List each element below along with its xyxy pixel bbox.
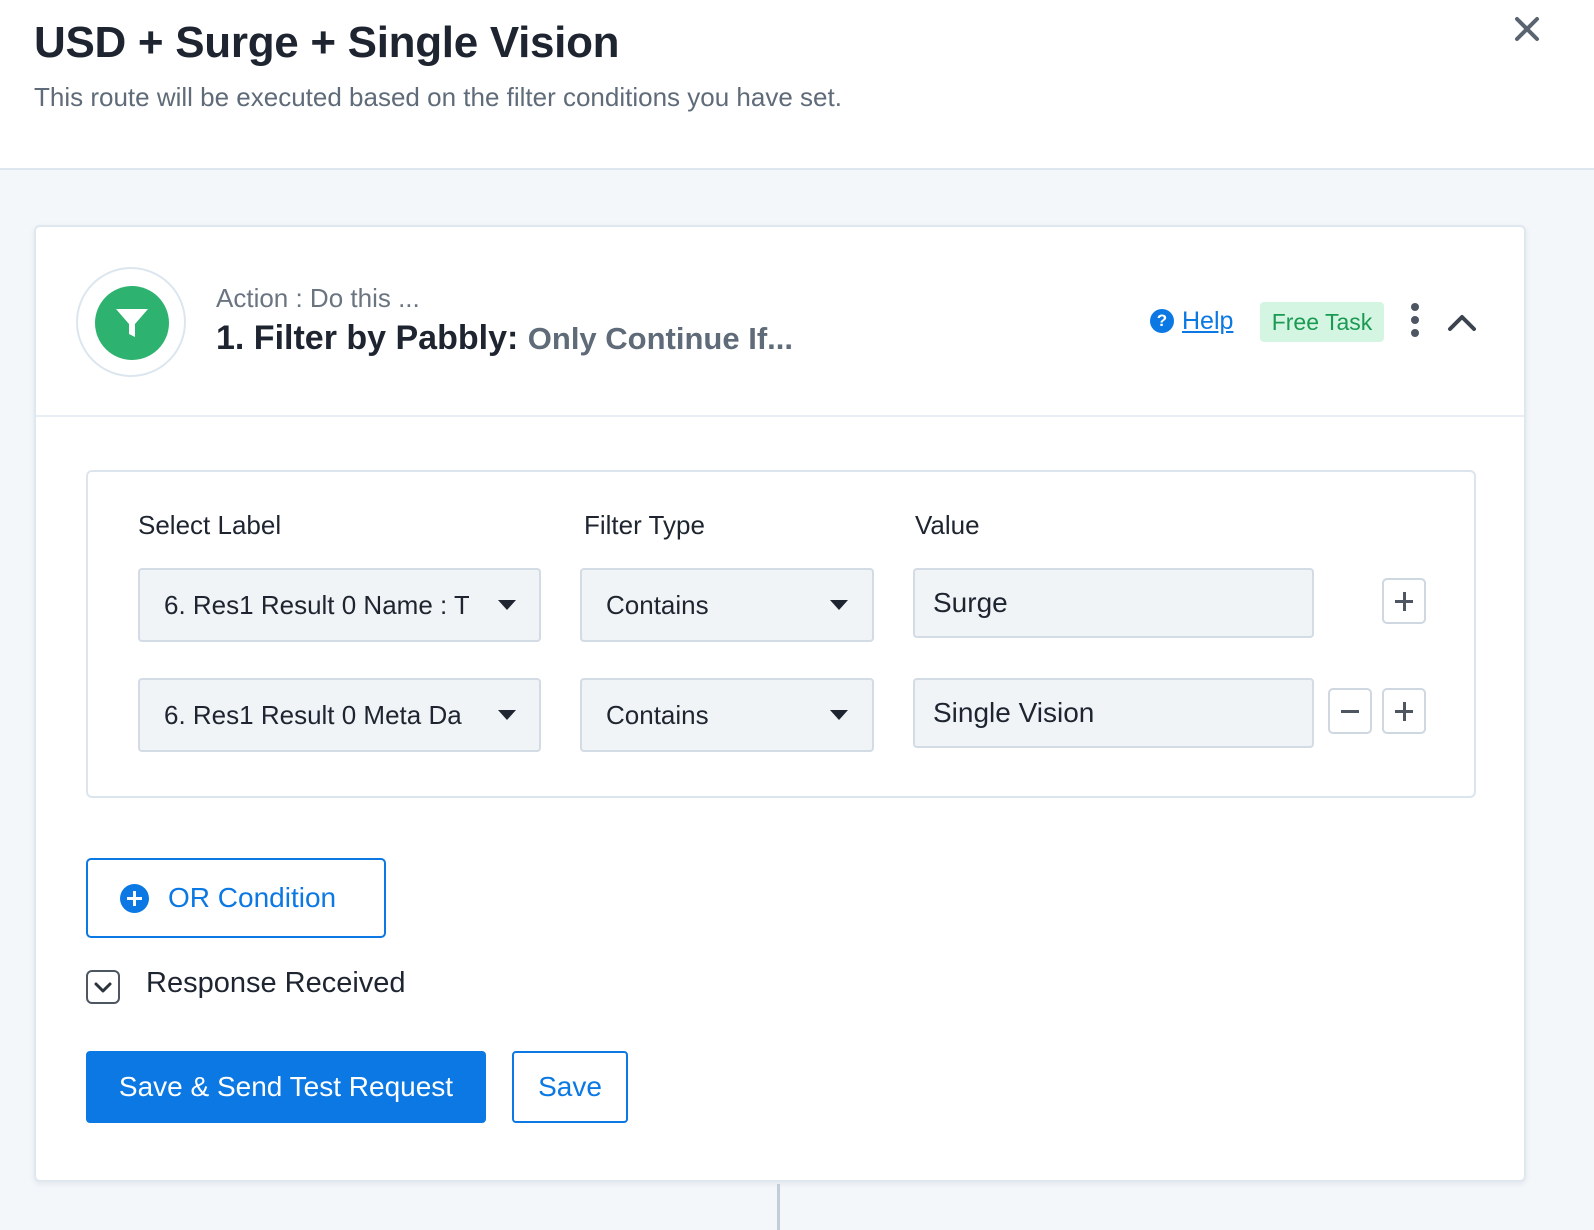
chevron-down-icon (830, 710, 848, 720)
filter-type-value: Contains (606, 590, 709, 620)
action-caption: Action : Do this ... (216, 283, 420, 313)
response-toggle[interactable] (86, 970, 120, 1004)
step-header: Action : Do this ... 1. Filter by Pabbly… (36, 227, 1524, 417)
help-link[interactable]: ? Help (1150, 303, 1233, 339)
filter-type-header: Filter Type (584, 510, 705, 540)
chevron-down-icon (94, 982, 112, 993)
filter-type-value: Contains (606, 700, 709, 730)
or-condition-button[interactable]: OR Condition (86, 858, 386, 938)
close-icon[interactable] (1508, 10, 1546, 48)
value-header: Value (915, 510, 980, 540)
workflow-connector-line (777, 1184, 780, 1230)
filter-step-card: Action : Do this ... 1. Filter by Pabbly… (34, 225, 1526, 1182)
filter-conditions-box: Select Label Filter Type Value 6. Res1 R… (86, 470, 1476, 798)
chevron-down-icon (498, 710, 516, 720)
modal-title: USD + Surge + Single Vision (34, 18, 620, 67)
free-task-badge: Free Task (1260, 302, 1384, 342)
label-select-value: 6. Res1 Result 0 Meta Da (164, 700, 462, 730)
chevron-down-icon (830, 600, 848, 610)
app-icon-ring (76, 267, 186, 377)
response-received-label: Response Received (146, 967, 406, 999)
step-title: 1. Filter by Pabbly: Only Continue If... (216, 319, 793, 358)
more-options-icon[interactable] (1402, 303, 1428, 339)
or-condition-label: OR Condition (168, 882, 337, 913)
label-select-1[interactable]: 6. Res1 Result 0 Name : T (138, 568, 541, 642)
plus-circle-icon (120, 884, 149, 913)
step-title-main: 1. Filter by Pabbly: (216, 319, 519, 357)
help-label: Help (1182, 306, 1234, 335)
remove-condition-button-2[interactable] (1328, 688, 1372, 734)
filter-type-select-1[interactable]: Contains (580, 568, 874, 642)
filter-icon (95, 286, 169, 360)
add-condition-button-1[interactable] (1382, 578, 1426, 624)
save-send-test-button[interactable]: Save & Send Test Request (86, 1051, 486, 1123)
help-icon: ? (1150, 309, 1174, 333)
modal-header: USD + Surge + Single Vision This route w… (0, 0, 1594, 170)
add-condition-button-2[interactable] (1382, 688, 1426, 734)
value-input-1[interactable] (913, 568, 1314, 638)
label-select-value: 6. Res1 Result 0 Name : T (164, 590, 469, 620)
value-input-2[interactable] (913, 678, 1314, 748)
save-button[interactable]: Save (512, 1051, 628, 1123)
modal-subtitle: This route will be executed based on the… (34, 82, 842, 112)
label-select-2[interactable]: 6. Res1 Result 0 Meta Da (138, 678, 541, 752)
step-title-sub: Only Continue If... (527, 321, 793, 356)
chevron-down-icon (498, 600, 516, 610)
select-label-header: Select Label (138, 510, 282, 540)
chevron-up-icon[interactable] (1442, 307, 1482, 337)
filter-type-select-2[interactable]: Contains (580, 678, 874, 752)
